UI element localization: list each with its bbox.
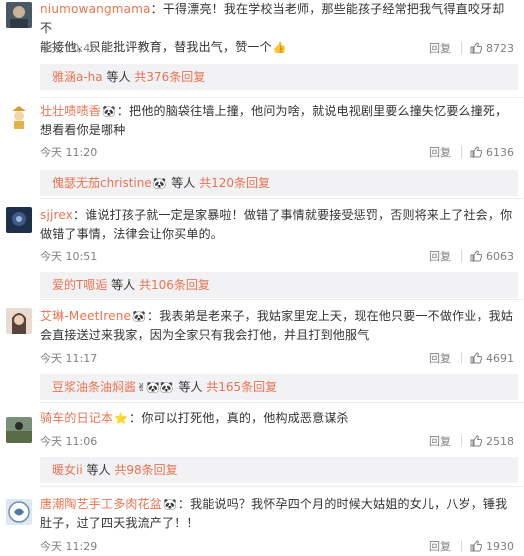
divider — [40, 402, 524, 403]
like-icon[interactable] — [470, 146, 482, 158]
comment-time: 今天 10:40 — [40, 42, 98, 55]
reply-button[interactable]: 回复 — [429, 40, 451, 56]
comment-actions: 回复 8723 — [429, 40, 514, 56]
comment-username[interactable]: 唐潮陶艺手工多肉花盆 — [40, 497, 162, 511]
reply-summary[interactable]: 豆浆油条油焖酱✌🐼🐼 等人 共165条回复 — [40, 374, 518, 400]
divider — [40, 486, 524, 487]
star-emoji-icon: ⭐ — [114, 412, 129, 425]
action-divider — [461, 435, 462, 447]
action-divider — [461, 540, 462, 552]
action-divider — [461, 352, 462, 364]
divider — [40, 299, 524, 300]
reply-summary[interactable]: 雅涵a-ha 等人 共376条回复 — [40, 64, 518, 90]
reply-summary[interactable]: 爱的T嗯逅 等人 共106条回复 — [40, 272, 518, 298]
like-icon[interactable] — [470, 42, 482, 54]
victory-panda-emoji-icon: ✌🐼🐼 — [137, 381, 174, 394]
action-divider — [461, 250, 462, 262]
avatar[interactable] — [6, 207, 32, 233]
reply-summary[interactable]: 傀瑟无茄christine🐼 等人 共120条回复 — [40, 170, 518, 196]
reply-summary[interactable]: 暖女ii 等人 共98条回复 — [40, 457, 518, 483]
like-count[interactable]: 6063 — [486, 250, 514, 263]
like-icon[interactable] — [470, 250, 482, 262]
comment-actions: 回复 6136 — [429, 144, 514, 160]
comment-username[interactable]: sjjrex — [40, 208, 73, 222]
comment-time: 今天 11:06 — [40, 435, 98, 448]
panda-emoji-icon: 🐼 — [152, 177, 167, 190]
comment-text: 壮壮啧啧香🐼：把他的脑袋往墙上撞，他问为啥，就说电视剧里要么撞失忆要么撞死， 想… — [40, 104, 508, 137]
comment-username[interactable]: 骑车的日记本 — [40, 411, 113, 425]
panda-emoji-icon: 🐼 — [102, 105, 116, 118]
comment-username[interactable]: niumowangmama — [40, 2, 151, 16]
like-icon[interactable] — [470, 352, 482, 364]
avatar[interactable] — [6, 103, 32, 129]
like-count[interactable]: 6136 — [486, 146, 514, 159]
like-count[interactable]: 1930 — [486, 540, 514, 553]
reply-button[interactable]: 回复 — [429, 433, 451, 449]
reply-button[interactable]: 回复 — [429, 538, 451, 554]
comment-actions: 回复 6063 — [429, 248, 514, 264]
action-divider — [461, 42, 462, 54]
like-count[interactable]: 2518 — [486, 435, 514, 448]
avatar[interactable] — [6, 499, 32, 525]
comment-text: sjjrex：谁说打孩子就一定是家暴啦！做错了事情就要接受惩罚，否则将来上了社会… — [40, 208, 513, 241]
like-count[interactable]: 4691 — [486, 352, 514, 365]
comment-text: 唐潮陶艺手工多肉花盆🐼：我能说吗？我怀孕四个月的时候大姑姐的女儿，八岁，锤我 肚… — [40, 497, 508, 530]
avatar[interactable] — [6, 308, 32, 334]
comment-username[interactable]: 艾琳-MeetIrene — [40, 309, 131, 323]
panda-emoji-icon: 🐼 — [132, 310, 147, 323]
comment-actions: 回复 1930 — [429, 538, 514, 554]
like-icon[interactable] — [470, 540, 482, 552]
divider — [40, 198, 524, 199]
reply-button[interactable]: 回复 — [429, 144, 451, 160]
comment-actions: 回复 2518 — [429, 433, 514, 449]
like-icon[interactable] — [470, 435, 482, 447]
reply-button[interactable]: 回复 — [429, 350, 451, 366]
comment-text: 艾琳-MeetIrene🐼：我表弟是老来子，我姑家里宠上天，现在他只要一不做作业… — [40, 309, 514, 342]
divider — [40, 97, 524, 98]
panda-emoji-icon: 🐼 — [163, 498, 177, 511]
comment-actions: 回复 4691 — [429, 350, 514, 366]
comment-time: 今天 11:29 — [40, 540, 98, 553]
avatar[interactable] — [6, 2, 32, 28]
comment-username[interactable]: 壮壮啧啧香 — [40, 104, 101, 118]
comment-time: 今天 11:20 — [40, 146, 98, 159]
comment-time: 今天 11:17 — [40, 352, 98, 365]
avatar[interactable] — [6, 417, 32, 443]
comment-time: 今天 10:51 — [40, 250, 98, 263]
comment-text: 骑车的日记本⭐：你可以打死他，真的，他构成恶意谋杀 — [40, 409, 516, 428]
reply-button[interactable]: 回复 — [429, 248, 451, 264]
thumbs-up-emoji-icon: 👍 — [272, 41, 287, 54]
action-divider — [461, 146, 462, 158]
like-count[interactable]: 8723 — [486, 42, 514, 55]
